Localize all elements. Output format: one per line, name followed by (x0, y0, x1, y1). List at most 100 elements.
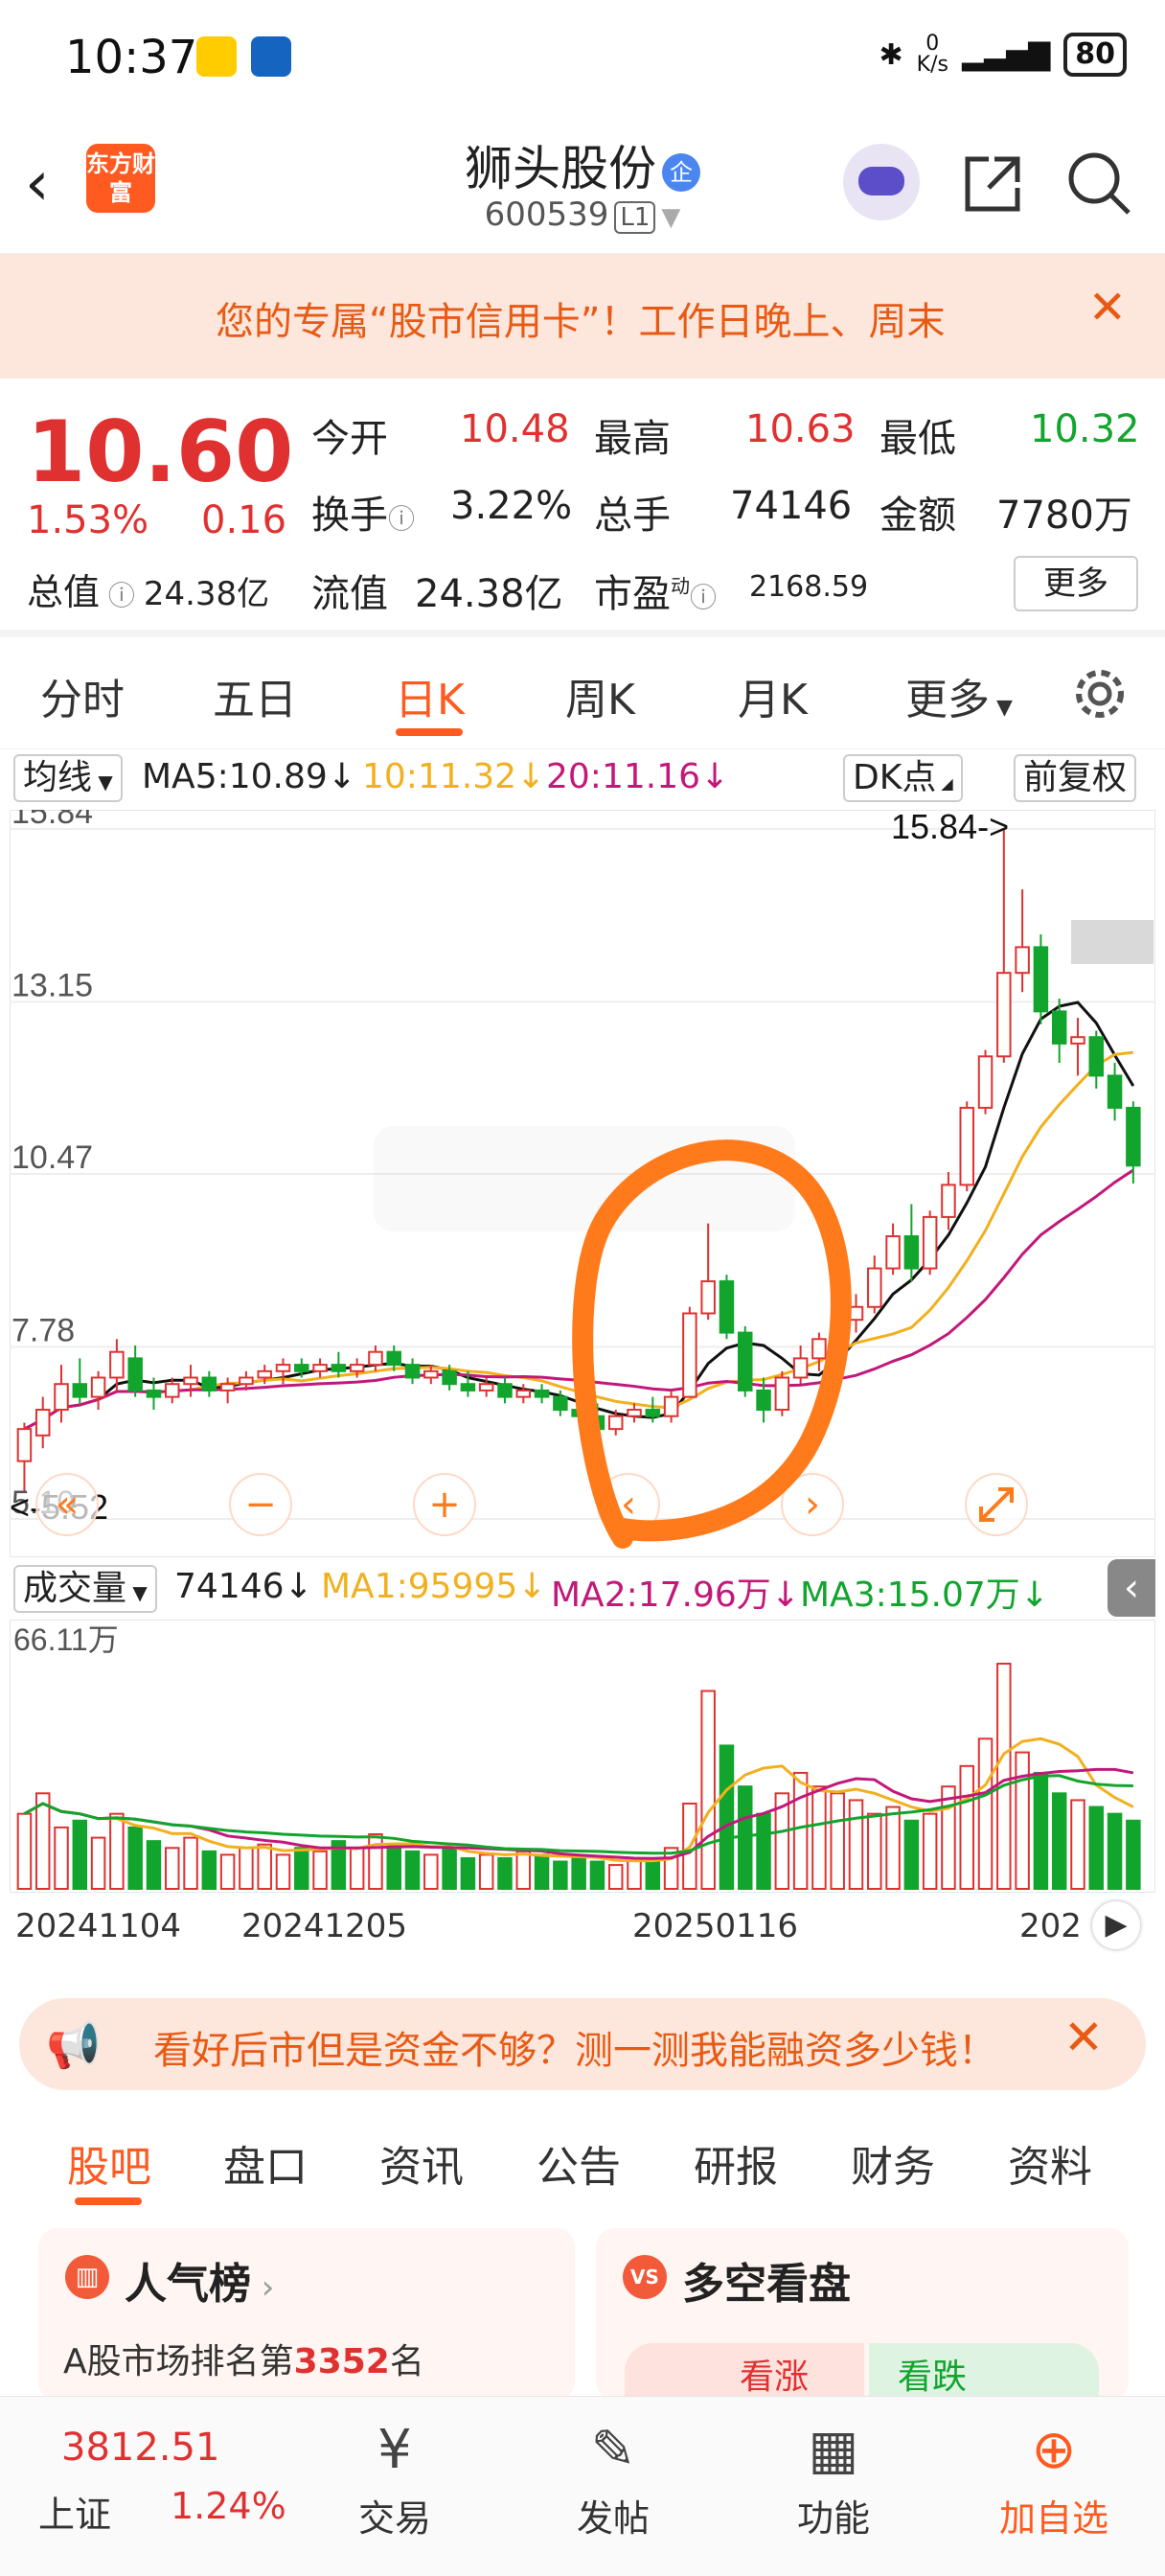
kline-chart[interactable]: 15.8413.1510.477.785.10 15.84-> <-5.52 «… (10, 810, 1155, 1557)
volume-bar (442, 1847, 457, 1890)
financing-ad[interactable]: 📢 看好后市但是资金不够？测一测我能融资多少钱！ ✕ (19, 1998, 1146, 2090)
level-badge: L1 (614, 201, 656, 234)
volume-bar (867, 1812, 882, 1891)
scroll-right-icon[interactable]: ▶ (1092, 1901, 1140, 1949)
candle-body (312, 1364, 328, 1372)
gear-icon[interactable] (1071, 665, 1129, 723)
volume-bar (700, 1690, 716, 1890)
candle-body (922, 1215, 938, 1270)
volume-chart[interactable]: 66.11万 (10, 1620, 1155, 1893)
volume-bar (959, 1764, 974, 1890)
tab-five-day[interactable]: 五日 (213, 665, 297, 726)
high-label: 最高 (594, 417, 671, 461)
index-value[interactable]: 3812.51 (61, 2426, 219, 2470)
volume-max-label: 66.11万 (13, 1622, 119, 1657)
open-label: 今开 (311, 417, 388, 461)
tab-monthly-k[interactable]: 月K (738, 665, 808, 726)
more-button[interactable]: 更多 (1014, 556, 1138, 611)
nav-trade[interactable]: ¥ 交易 (308, 2412, 481, 2542)
tab-pankou[interactable]: 盘口 (223, 2132, 308, 2194)
nav-functions[interactable]: ▦ 功能 (747, 2412, 920, 2542)
vs-card[interactable]: VS 多空看盘 看涨 看跌 (596, 2228, 1129, 2401)
price-band (1071, 920, 1154, 964)
volume-bar (423, 1853, 439, 1890)
volume-bar (645, 1860, 661, 1890)
date-tick: 202 (1019, 1907, 1082, 1945)
robot-avatar-icon[interactable] (843, 144, 920, 220)
candle-body (349, 1364, 365, 1372)
stock-name: 狮头股份 (465, 141, 656, 196)
tab-research[interactable]: 研报 (694, 2132, 778, 2194)
dk-button[interactable]: DK点 ◢ (843, 754, 963, 802)
candle-body (497, 1383, 513, 1398)
ma-selector[interactable]: 均线 ▼ (13, 754, 123, 802)
volume-bar (183, 1836, 198, 1891)
weibo-icon (196, 36, 237, 77)
index-name[interactable]: 上证 (38, 2485, 111, 2538)
candle-body (275, 1364, 291, 1372)
candle-body (90, 1376, 106, 1398)
high-value: 10.63 (745, 407, 856, 451)
candle-body (738, 1331, 753, 1392)
tab-financials[interactable]: 财务 (851, 2132, 935, 2194)
collapse-panel-icon[interactable]: ‹ (1108, 1559, 1155, 1617)
candle-body (16, 1428, 33, 1462)
promo-text: 您的专属“股市信用卡”！工作日晚上、周末 (216, 300, 946, 344)
candle-body (885, 1235, 901, 1270)
close-icon[interactable]: ✕ (1088, 281, 1127, 334)
amount-label: 金额 (879, 494, 956, 538)
edit-icon: ✎ (590, 2419, 636, 2481)
candle-body (368, 1350, 383, 1367)
nav-post[interactable]: ✎ 发帖 (527, 2412, 699, 2542)
tab-profile[interactable]: 资料 (1008, 2132, 1092, 2194)
vote-up-button[interactable]: 看涨 (625, 2343, 864, 2401)
tab-weekly-k[interactable]: 周K (565, 665, 635, 726)
tab-announcements[interactable]: 公告 (537, 2132, 621, 2194)
volume-bar (54, 1826, 69, 1890)
close-icon[interactable]: ✕ (1063, 2010, 1104, 2065)
pe-value: 2168.59 (749, 570, 869, 604)
candle-body (1088, 1036, 1105, 1077)
vol-ma3: MA3:15.07万↓ (800, 1576, 1049, 1615)
candle-body (645, 1409, 661, 1417)
ma10-value: 10:11.32↓ (362, 757, 546, 796)
share-icon[interactable] (960, 151, 1025, 217)
popularity-card[interactable]: ▥ 人气榜 › A股市场排名第3352名 (38, 2228, 575, 2401)
tab-more[interactable]: 更多 ▼ (905, 665, 1013, 726)
date-axis: 20241104 20241205 20250116 202 ▶ (0, 1898, 1165, 1955)
plus-circle-icon: ⊕ (1031, 2419, 1077, 2481)
volume-bar (349, 1847, 365, 1890)
indicator-selector[interactable]: 成交量 ▼ (13, 1565, 157, 1613)
volume-bar (239, 1847, 254, 1890)
popularity-title: 人气榜 › (125, 2260, 275, 2309)
candle-body (201, 1376, 217, 1392)
nav-add-watchlist[interactable]: ⊕ 加自选 (968, 2412, 1140, 2542)
volume-bar (903, 1819, 920, 1890)
tab-intraday[interactable]: 分时 (40, 665, 125, 726)
volume-bar (404, 1850, 421, 1890)
index-change[interactable]: 1.24% (171, 2485, 286, 2527)
volume-bar (478, 1853, 494, 1890)
tab-news[interactable]: 资讯 (379, 2132, 464, 2194)
tab-guba[interactable]: 股吧 (67, 2132, 151, 2194)
promo-banner[interactable]: 您的专属“股市信用卡”！工作日晚上、周末 ✕ (0, 254, 1165, 379)
adjust-button[interactable]: 前复权 (1014, 754, 1137, 802)
y-tick-label: 7.78 (11, 1312, 75, 1348)
tab-daily-k[interactable]: 日K (395, 665, 465, 726)
quote-panel: 10.60 1.53% 0.16 总值 ⓘ 24.38亿 今开 10.48 最高… (0, 379, 1165, 637)
y-tick-label: 15.84 (11, 810, 93, 831)
volume-bar (1051, 1792, 1067, 1890)
candle-body (331, 1364, 347, 1372)
volume-bar (553, 1860, 568, 1890)
vote-down-button[interactable]: 看跌 (869, 2343, 1099, 2401)
candle-body (146, 1389, 162, 1398)
date-tick: 20241104 (15, 1907, 182, 1945)
search-icon[interactable] (1065, 150, 1132, 217)
volume-bar (792, 1771, 809, 1890)
change-pct: 1.53% (27, 498, 149, 542)
vs-icon: VS (623, 2255, 667, 2299)
battery-indicator: 80 (1063, 33, 1127, 77)
ma20-value: 20:11.16↓ (546, 757, 730, 796)
last-price: 10.60 (27, 402, 294, 501)
max-marker: 15.84-> (891, 810, 1009, 846)
